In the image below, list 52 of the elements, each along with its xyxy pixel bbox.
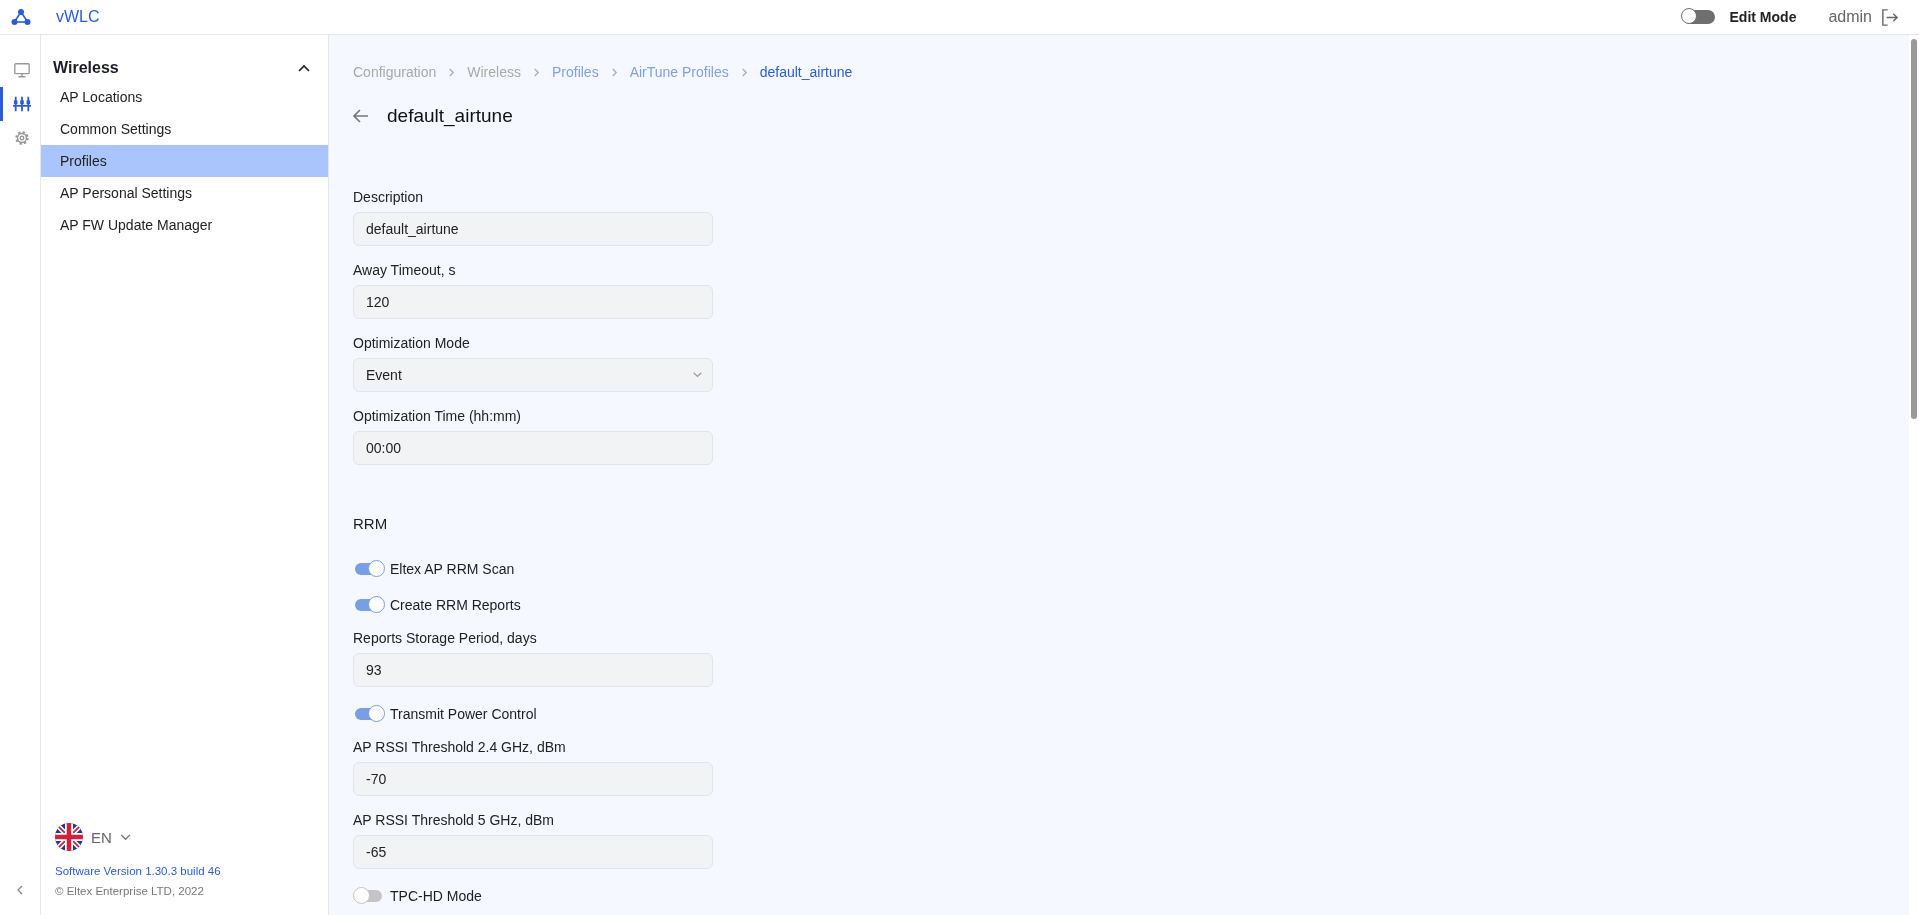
edit-mode-label: Edit Mode (1729, 9, 1797, 25)
breadcrumb-item: default_airtune (759, 64, 853, 80)
field-label: AP RSSI Threshold 2.4 GHz, dBm (353, 739, 567, 755)
logout-icon[interactable] (1880, 7, 1899, 27)
input-field[interactable]: -65 (353, 835, 713, 869)
field-label: Optimization Time (hh:mm) (353, 408, 523, 424)
breadcrumb-chevron-icon (610, 67, 618, 77)
chevron-down-icon[interactable] (693, 372, 702, 378)
input-field[interactable]: 120 (353, 285, 713, 319)
toggle-label: Transmit Power Control (390, 706, 537, 722)
input-field[interactable]: default_airtune (353, 212, 713, 246)
sidebar-item[interactable]: AP Locations (41, 81, 328, 113)
breadcrumb-chevron-icon (532, 67, 540, 77)
toggle-switch[interactable] (355, 599, 382, 611)
software-version: Software Version 1.30.3 build 46 (54, 865, 222, 877)
language-selector[interactable]: EN (91, 828, 112, 846)
toggle-label: Create RRM Reports (390, 597, 521, 613)
toggle-switch[interactable] (355, 708, 382, 720)
chevron-down-icon[interactable] (119, 833, 131, 841)
sidebar-item[interactable]: Common Settings (41, 113, 328, 145)
sidebar-item[interactable]: AP Personal Settings (41, 177, 328, 209)
field-label: Description (353, 189, 425, 205)
input-field[interactable]: 00:00 (353, 431, 713, 465)
field-label: AP RSSI Threshold 5 GHz, dBm (353, 812, 555, 828)
edit-mode-switch[interactable] (1682, 10, 1715, 24)
app-name: vWLC (56, 8, 100, 26)
toggle-label: TPC-HD Mode (390, 888, 482, 904)
flag-icon (55, 823, 83, 851)
breadcrumb-item: Configuration (353, 64, 437, 80)
input-field[interactable]: -70 (353, 762, 713, 796)
user-name: admin (1828, 8, 1872, 26)
breadcrumb-chevron-icon (448, 67, 456, 77)
section-heading: RRM (353, 515, 389, 532)
network-logo-icon (11, 8, 31, 26)
breadcrumb-chevron-icon (740, 67, 748, 77)
copyright: © Eltex Enterprise LTD, 2022 (54, 885, 205, 897)
dropdown[interactable]: Event (353, 358, 713, 392)
toggle-switch[interactable] (355, 563, 382, 575)
toggle-label: Eltex AP RRM Scan (390, 561, 515, 577)
section-title[interactable]: Wireless (53, 59, 119, 77)
field-label: Away Timeout, s (353, 262, 457, 278)
toggle-switch[interactable] (355, 890, 382, 902)
field-label: Reports Storage Period, days (353, 630, 538, 646)
breadcrumb-item: Wireless (467, 64, 521, 80)
sidebar-item[interactable]: Profiles (41, 145, 328, 177)
chevron-icon[interactable] (298, 64, 310, 72)
back-arrow-icon[interactable] (353, 109, 369, 123)
input-field[interactable]: 93 (353, 653, 713, 687)
sidebar-item[interactable]: AP FW Update Manager (41, 209, 328, 241)
page-title: default_airtune (387, 105, 513, 127)
collapse-chevron-icon[interactable] (15, 885, 25, 895)
field-label: Optimization Mode (353, 335, 471, 351)
